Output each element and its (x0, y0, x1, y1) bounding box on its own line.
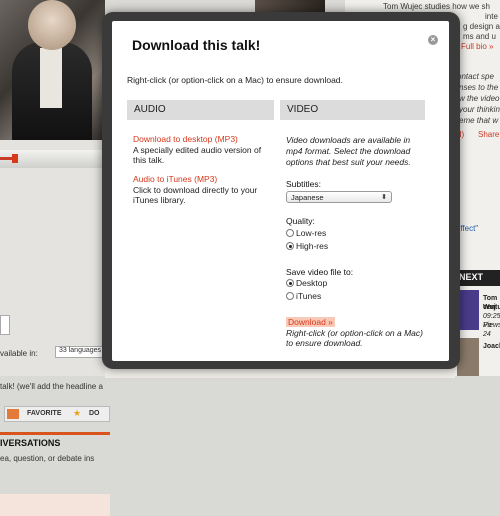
next-thumbnail-2[interactable] (457, 338, 479, 376)
download-dialog: Download this talk! × Right-click (or op… (112, 21, 449, 361)
radio-selected-icon[interactable] (286, 279, 294, 287)
download-mp3-link[interactable]: Download to desktop (MP3) (133, 134, 238, 144)
action-bar: FAVORITE ★ DO (4, 406, 110, 422)
quality-option-high[interactable]: High-res (286, 241, 328, 252)
download-note: Right-click (or option-click on a Mac) t… (286, 328, 423, 348)
download-video-link[interactable]: Download » (286, 317, 335, 327)
download-button[interactable]: DO (89, 410, 100, 417)
save-option-itunes[interactable]: iTunes (286, 291, 321, 302)
mp3-description: A specially edited audio version of this… (133, 145, 262, 165)
player-button[interactable] (0, 315, 10, 335)
dialog-title: Download this talk! (132, 37, 261, 53)
subtitles-select[interactable]: Japanese ⬍ (286, 191, 392, 203)
select-arrow-icon: ⬍ (381, 194, 387, 201)
itunes-description: Click to download directly to your iTune… (133, 185, 258, 205)
favorite-button[interactable]: FAVORITE (27, 410, 61, 417)
video-progress-bar[interactable] (0, 150, 110, 168)
background-left-panel: vailable in: 33 languages talk! (we'll a… (0, 140, 110, 516)
save-to-label: Save video file to: (286, 267, 354, 277)
language-select[interactable]: 33 languages (55, 346, 107, 358)
video-heading: VIDEO (280, 100, 425, 120)
next-header: NEXT (455, 270, 500, 286)
subtitles-label: Subtitles: (286, 179, 321, 189)
radio-icon[interactable] (286, 292, 294, 300)
conversations-heading: IVERSATIONS (0, 438, 61, 448)
quality-option-low[interactable]: Low-res (286, 228, 326, 239)
progress-handle[interactable] (12, 154, 18, 163)
next-thumbnail[interactable] (457, 290, 479, 330)
full-bio-link[interactable]: Full bio » (461, 42, 493, 52)
audio-heading: AUDIO (127, 100, 274, 120)
itunes-mp3-link[interactable]: Audio to iTunes (MP3) (133, 174, 217, 184)
quality-label: Quality: (286, 216, 315, 226)
email-icon[interactable] (7, 409, 19, 419)
dialog-intro: Right-click (or option-click on a Mac) t… (127, 75, 343, 85)
radio-icon[interactable] (286, 229, 294, 237)
close-icon[interactable]: × (428, 35, 438, 45)
radio-selected-icon[interactable] (286, 242, 294, 250)
save-option-desktop[interactable]: Desktop (286, 278, 327, 289)
share-link[interactable]: Share (478, 130, 499, 140)
video-description: Video downloads are available in mp4 for… (286, 135, 411, 167)
star-icon[interactable]: ★ (73, 408, 81, 419)
speaker-photo (0, 0, 105, 140)
